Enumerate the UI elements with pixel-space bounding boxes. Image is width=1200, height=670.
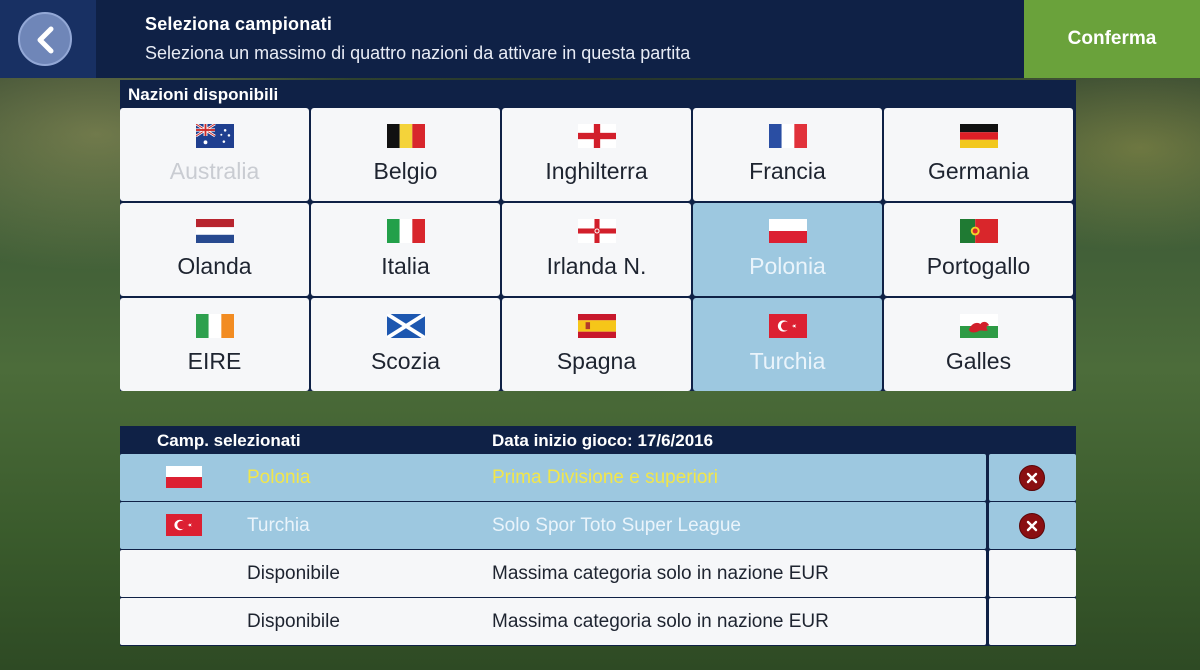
nation-name: Belgio [373, 158, 438, 184]
italy-flag-icon [386, 219, 425, 243]
france-flag-icon [768, 124, 807, 148]
nation-name: Irlanda N. [546, 253, 647, 279]
spain-flag-icon [577, 314, 616, 338]
nation-name: Australia [169, 158, 260, 184]
league-scope: Solo Spor Toto Super League [492, 515, 741, 536]
netherlands-flag-icon [195, 219, 234, 243]
league-row-main[interactable]: Turchia Solo Spor Toto Super League [120, 502, 986, 549]
nation-tile-germany[interactable]: Germania [884, 108, 1073, 201]
nation-tile-scotland[interactable]: Scozia [311, 298, 500, 391]
league-row-action [989, 598, 1076, 645]
available-nations-title: Nazioni disponibili [128, 85, 279, 104]
wales-flag-icon [959, 314, 998, 338]
nation-tile-netherlands[interactable]: Olanda [120, 203, 309, 296]
nation-tile-france[interactable]: Francia [693, 108, 882, 201]
league-row-main[interactable]: Disponibile Massima categoria solo in naz… [120, 550, 986, 597]
nation-tile-turkey[interactable]: Turchia [693, 298, 882, 391]
scotland-flag-icon [385, 312, 426, 340]
nation-name: EIRE [187, 348, 242, 374]
selected-leagues-panel: Camp. selezionati Data inizio gioco: 17/… [120, 426, 1076, 646]
selected-leagues-column-label: Camp. selezionati [157, 431, 301, 450]
remove-icon[interactable] [1019, 513, 1045, 539]
nation-name: Turchia [749, 348, 826, 374]
nation-tile-belgium[interactable]: Belgio [311, 108, 500, 201]
turkey-flag-icon [768, 314, 807, 338]
poland-flag-icon [768, 219, 807, 243]
selected-league-row[interactable]: Disponibile Massima categoria solo in naz… [120, 550, 1076, 597]
nation-name: Polonia [749, 253, 826, 279]
ireland-flag-icon [195, 314, 234, 338]
nation-tile-portugal[interactable]: Portogallo [884, 203, 1073, 296]
nation-name: Germania [928, 158, 1029, 184]
nation-name: Francia [749, 158, 826, 184]
selected-league-row[interactable]: Disponibile Massima categoria solo in naz… [120, 598, 1076, 645]
league-row-action [989, 550, 1076, 597]
nation-tile-england[interactable]: Inghilterra [502, 108, 691, 201]
header-bar: Seleziona campionati Seleziona un massim… [0, 0, 1200, 78]
selected-league-row[interactable]: Polonia Prima Divisione e superiori [120, 454, 1076, 501]
nation-name: Scozia [370, 348, 441, 374]
selected-leagues-list: Polonia Prima Divisione e superiori Turchi… [120, 454, 1076, 645]
selected-nation-name: Disponibile [247, 611, 340, 632]
available-nations-panel: Nazioni disponibili Australia Belgio Inghi… [120, 80, 1076, 391]
selected-leagues-header: Camp. selezionati Data inizio gioco: 17/… [120, 426, 1076, 454]
nation-tile-spain[interactable]: Spagna [502, 298, 691, 391]
portugal-flag-icon [959, 219, 998, 243]
nation-tile-poland[interactable]: Polonia [693, 203, 882, 296]
australia-flag-icon [194, 122, 234, 148]
page-title: Seleziona campionati [145, 14, 333, 34]
selected-nation-name: Polonia [247, 467, 311, 488]
league-scope: Prima Divisione e superiori [492, 467, 718, 488]
turkey-flag-icon [166, 514, 202, 536]
nation-name: Spagna [556, 348, 637, 374]
nation-grid: Australia Belgio Inghilterra Francia Germani… [120, 108, 1076, 391]
belgium-flag-icon [386, 124, 425, 148]
confirm-button[interactable]: Conferma [1024, 0, 1200, 78]
nation-name: Portogallo [926, 253, 1031, 279]
league-scope: Massima categoria solo in nazione EUR [492, 563, 829, 584]
england-flag-icon [577, 124, 616, 148]
page-subtitle: Seleziona un massimo di quattro nazioni … [145, 43, 691, 63]
title-block: Seleziona campionati Seleziona un massim… [145, 14, 690, 64]
back-area [0, 0, 96, 78]
nation-tile-wales[interactable]: Galles [884, 298, 1073, 391]
back-button[interactable] [18, 12, 72, 66]
league-row-main[interactable]: Polonia Prima Divisione e superiori [120, 454, 986, 501]
nation-name: Galles [945, 348, 1012, 374]
league-row-action[interactable] [989, 454, 1076, 501]
nation-tile-ireland[interactable]: EIRE [120, 298, 309, 391]
chevron-left-icon [37, 26, 54, 54]
nation-name: Olanda [177, 253, 252, 279]
nation-tile-italy[interactable]: Italia [311, 203, 500, 296]
selected-league-row[interactable]: Turchia Solo Spor Toto Super League [120, 502, 1076, 549]
nation-name: Inghilterra [545, 158, 648, 184]
remove-icon[interactable] [1019, 465, 1045, 491]
start-date-label: Data inizio gioco: 17/6/2016 [492, 431, 714, 450]
league-scope: Massima categoria solo in nazione EUR [492, 611, 829, 632]
league-row-main[interactable]: Disponibile Massima categoria solo in naz… [120, 598, 986, 645]
selected-nation-name: Disponibile [247, 563, 340, 584]
northern-ireland-flag-icon [577, 219, 616, 243]
nation-tile-northern-ireland[interactable]: Irlanda N. [502, 203, 691, 296]
nation-tile-australia: Australia [120, 108, 309, 201]
selected-nation-name: Turchia [247, 515, 310, 536]
league-row-action[interactable] [989, 502, 1076, 549]
nation-name: Italia [381, 253, 430, 279]
germany-flag-icon [959, 124, 998, 148]
poland-flag-icon [166, 466, 202, 488]
